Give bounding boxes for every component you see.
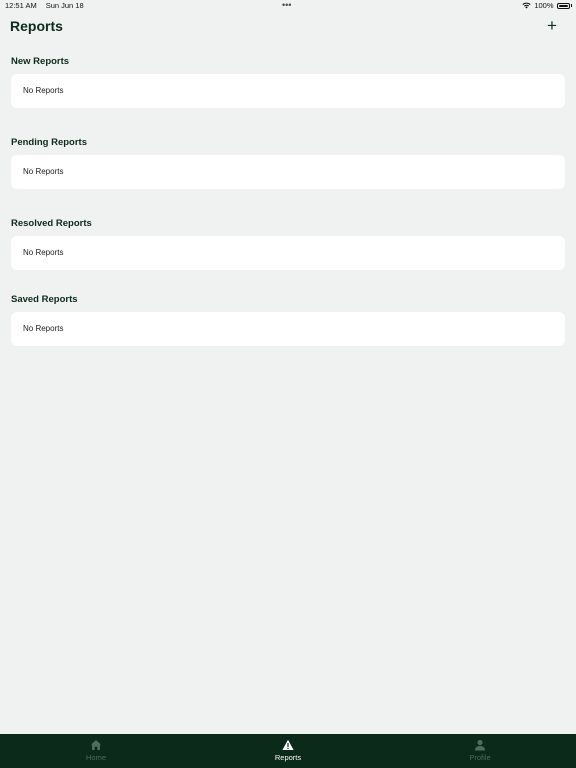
tab-reports[interactable]: Reports (192, 734, 384, 768)
section-title: Saved Reports (11, 294, 78, 305)
empty-state-text: No Reports (23, 248, 64, 257)
tab-bar: Home Reports Profile (0, 734, 576, 768)
tab-label: Home (85, 753, 106, 762)
section-title: New Reports (11, 56, 70, 67)
battery-tip (570, 4, 572, 7)
section-card: No Reports (11, 236, 565, 270)
tab-profile[interactable]: Profile (384, 734, 576, 768)
status-left: 12:51 AM Sun Jun 18 (5, 1, 84, 10)
section-card: No Reports (11, 155, 565, 189)
add-report-button[interactable]: + (544, 17, 560, 35)
person-icon (475, 739, 485, 751)
section-card: No Reports (11, 74, 565, 108)
home-icon (91, 740, 101, 750)
section-pending-reports: Pending Reports No Reports (11, 136, 565, 189)
tab-label: Reports (274, 753, 302, 762)
section-saved-reports: Saved Reports No Reports (11, 293, 565, 346)
wifi-icon (522, 2, 531, 9)
section-new-reports: New Reports No Reports (11, 55, 565, 108)
empty-state-text: No Reports (23, 324, 64, 333)
status-date: Sun Jun 18 (45, 1, 84, 10)
tab-label: Profile (469, 753, 491, 762)
battery-icon (556, 2, 570, 9)
section-title: Resolved Reports (11, 218, 92, 229)
multitasking-dots-icon[interactable]: ••• (282, 0, 291, 10)
section-card: No Reports (11, 312, 565, 346)
reports-screen: 12:51 AM Sun Jun 18 ••• 100% Reports + N… (0, 0, 576, 768)
empty-state-text: No Reports (23, 167, 64, 176)
warning-icon (282, 739, 294, 750)
battery-percent: 100% (534, 1, 554, 10)
section-resolved-reports: Resolved Reports No Reports (11, 217, 565, 270)
status-time: 12:51 AM (5, 1, 37, 10)
tab-home[interactable]: Home (0, 734, 192, 768)
page-title: Reports (10, 18, 63, 34)
status-right: 100% (522, 1, 572, 10)
section-title: Pending Reports (11, 137, 88, 148)
empty-state-text: No Reports (23, 86, 64, 95)
status-bar: 12:51 AM Sun Jun 18 ••• 100% (0, 0, 576, 12)
